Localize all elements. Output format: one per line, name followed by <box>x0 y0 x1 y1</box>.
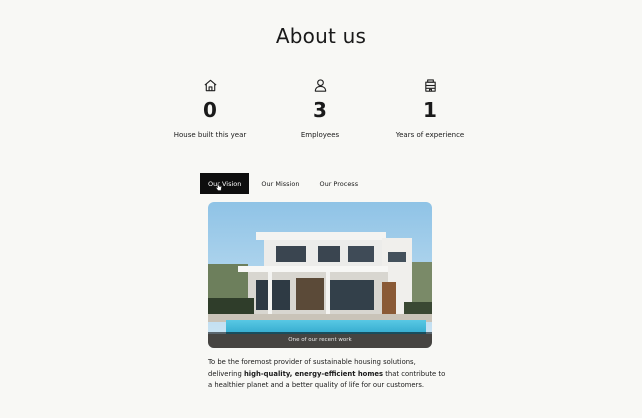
tab-our-vision[interactable]: Our Vision <box>200 173 250 194</box>
tab-label: Our Mission <box>261 179 300 188</box>
stat-years-experience: 1 Years of experience <box>380 78 480 139</box>
vision-description: To be the foremost provider of sustainab… <box>208 357 448 392</box>
stat-value: 1 <box>423 98 437 122</box>
stat-value: 3 <box>313 98 327 122</box>
tab-bar: Our Vision Our Mission Our Process <box>200 173 366 194</box>
tab-our-process[interactable]: Our Process <box>311 173 366 194</box>
house-illustration <box>208 202 432 348</box>
stat-label: Employees <box>300 131 340 139</box>
stats-row: 0 House built this year 3 Employees 1 Ye… <box>160 78 480 139</box>
image-caption: One of our recent work <box>288 337 352 343</box>
stat-houses-built: 0 House built this year <box>160 78 260 139</box>
stat-label: House built this year <box>173 131 247 139</box>
hand-cursor-icon <box>216 183 222 191</box>
desc-highlight: high-quality, energy-efficient homes <box>243 369 384 378</box>
building-icon <box>423 78 438 93</box>
page-title: About us <box>275 24 367 48</box>
tab-label: Our Process <box>319 179 359 188</box>
tab-label: Our Vision <box>208 179 242 188</box>
house-photo: One of our recent work <box>208 202 432 348</box>
stat-value: 0 <box>203 98 217 122</box>
person-icon <box>313 78 328 93</box>
stat-employees: 3 Employees <box>270 78 370 139</box>
stat-label: Years of experience <box>395 131 465 139</box>
caption-bar: One of our recent work <box>208 332 432 348</box>
house-icon <box>203 78 218 93</box>
tab-our-mission[interactable]: Our Mission <box>253 173 307 194</box>
